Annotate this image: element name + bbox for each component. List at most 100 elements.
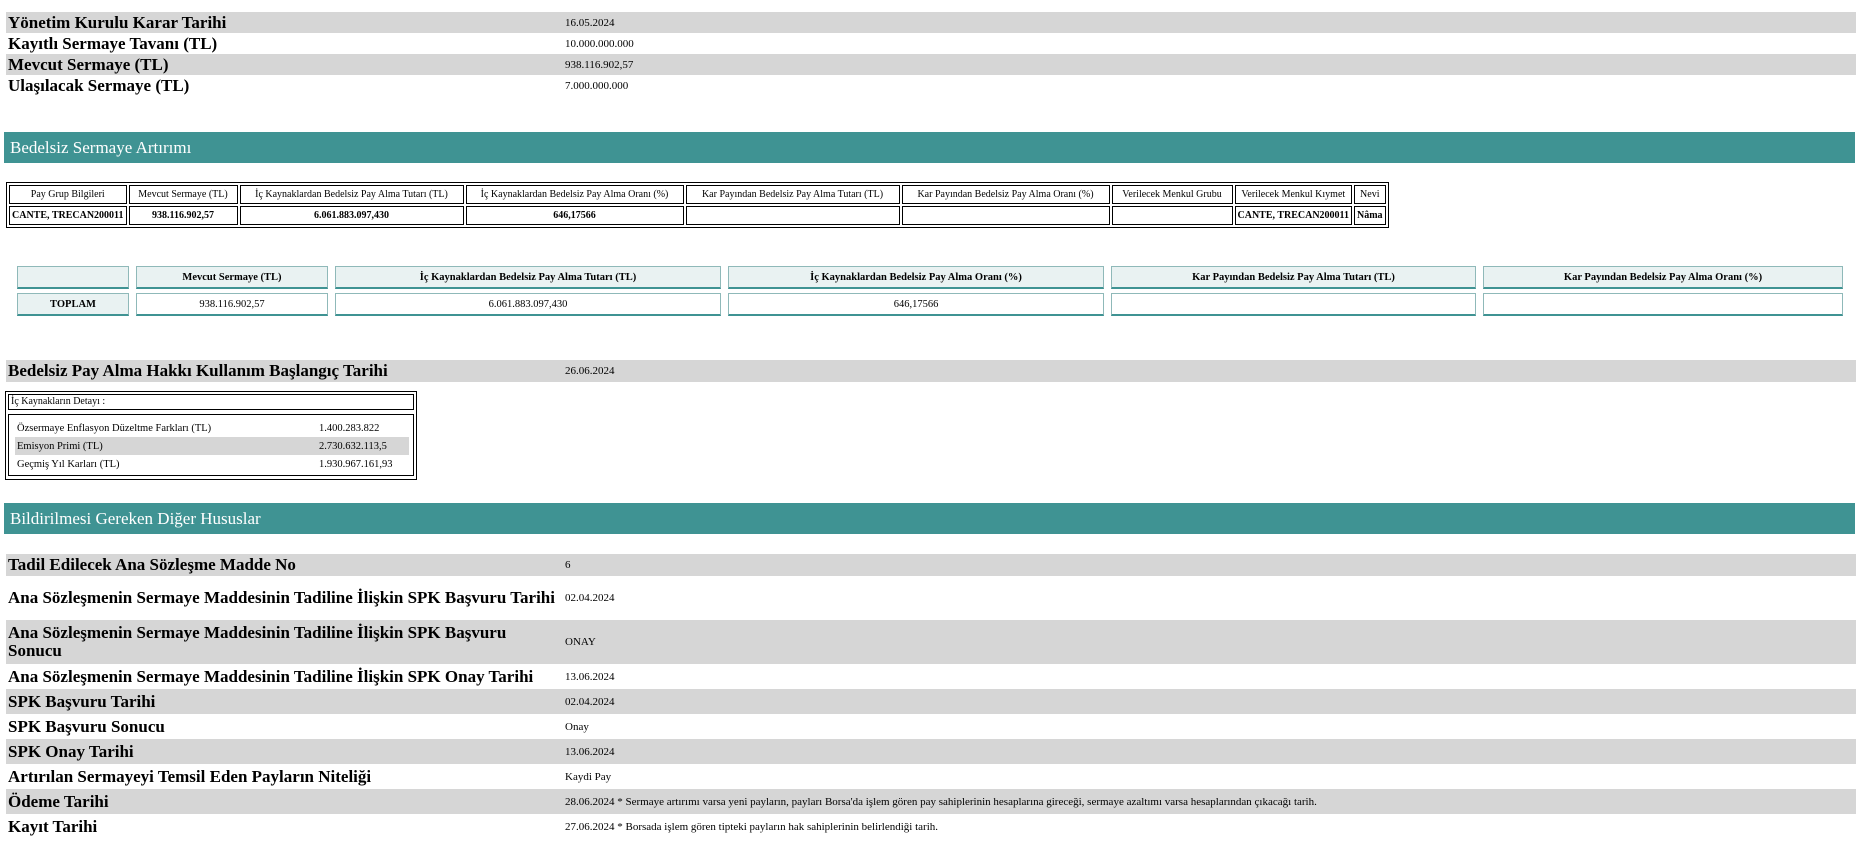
info-label: Ana Sözleşmenin Sermaye Maddesinin Tadil… xyxy=(8,666,534,686)
info-value: 02.04.2024 xyxy=(563,689,1856,714)
info-row: SPK Başvuru Sonucu Onay xyxy=(6,714,1856,739)
info-row: Ana Sözleşmenin Sermaye Maddesinin Tadil… xyxy=(6,620,1856,664)
table-cell xyxy=(685,206,900,225)
list-item: Geçmiş Yıl Karları (TL) 1.930.967.161,93 xyxy=(15,455,409,473)
internal-resources-table: Özsermaye Enflasyon Düzeltme Farkları (T… xyxy=(15,419,409,473)
info-value: 7.000.000.000 xyxy=(565,79,629,92)
info-value: 10.000.000.000 xyxy=(565,37,634,50)
table-cell: CANTE, TRECAN200011 xyxy=(9,206,127,225)
info-row: Tadil Edilecek Ana Sözleşme Madde No 6 xyxy=(6,554,1856,576)
share-group-header-row: Pay Grup Bilgileri Mevcut Sermaye (TL) İ… xyxy=(9,185,1386,204)
info-value: 6 xyxy=(563,554,1856,576)
share-group-table: Pay Grup Bilgileri Mevcut Sermaye (TL) İ… xyxy=(6,182,1389,228)
info-row: Kayıt Tarihi 27.06.2024 * Borsada işlem … xyxy=(6,814,1856,839)
column-header: Verilecek Menkul Grubu xyxy=(1111,185,1233,204)
info-row: Yönetim Kurulu Karar Tarihi 16.05.2024 xyxy=(6,12,1856,33)
info-label: SPK Başvuru Tarihi xyxy=(6,689,563,714)
info-label: SPK Başvuru Sonucu xyxy=(8,716,165,736)
table-cell: 646,17566 xyxy=(728,293,1104,316)
totals-row: TOPLAM 938.116.902,57 6.061.883.097,430 … xyxy=(17,293,1843,316)
info-label: Tadil Edilecek Ana Sözleşme Madde No xyxy=(6,554,563,576)
internal-resources-box: İç Kaynakların Detayı : Özsermaye Enflas… xyxy=(5,391,417,480)
info-label: Ödeme Tarihi xyxy=(6,789,563,814)
table-cell: CANTE, TRECAN200011 xyxy=(1234,206,1352,225)
column-header: Mevcut Sermaye (TL) xyxy=(128,185,238,204)
column-header xyxy=(17,266,129,289)
info-label: Artırılan Sermayeyi Temsil Eden Payların… xyxy=(8,766,372,786)
item-value: 1.930.967.161,93 xyxy=(319,458,393,470)
info-row: Kayıtlı Sermaye Tavanı (TL) 10.000.000.0… xyxy=(6,33,1856,54)
info-row: Ana Sözleşmenin Sermaye Maddesinin Tadil… xyxy=(6,576,1856,620)
column-header: İç Kaynaklardan Bedelsiz Pay Alma Oranı … xyxy=(465,185,684,204)
table-cell xyxy=(1483,293,1843,316)
info-value: ONAY xyxy=(563,620,1856,664)
info-label: Ana Sözleşmenin Sermaye Maddesinin Tadil… xyxy=(8,588,555,607)
table-cell: 6.061.883.097,430 xyxy=(335,293,721,316)
info-label: Kayıt Tarihi xyxy=(8,816,98,836)
table-cell: Nâma xyxy=(1354,206,1386,225)
start-date-table: Bedelsiz Pay Alma Hakkı Kullanım Başlang… xyxy=(6,360,1856,382)
column-header: Kar Payından Bedelsiz Pay Alma Oranı (%) xyxy=(901,185,1110,204)
column-header: İç Kaynaklardan Bedelsiz Pay Alma Tutarı… xyxy=(335,266,721,289)
item-value: 2.730.632.113,5 xyxy=(317,437,409,455)
table-cell: 938.116.902,57 xyxy=(128,206,238,225)
info-label: Bedelsiz Pay Alma Hakkı Kullanım Başlang… xyxy=(6,360,563,382)
info-value: 28.06.2024 * Sermaye artırımı varsa yeni… xyxy=(563,789,1856,814)
list-item: Emisyon Primi (TL) 2.730.632.113,5 xyxy=(15,437,409,455)
info-label: Ulaşılacak Sermaye (TL) xyxy=(8,75,190,95)
item-label: Özsermaye Enflasyon Düzeltme Farkları (T… xyxy=(17,422,212,434)
section-header-bedelsiz: Bedelsiz Sermaye Artırımı xyxy=(4,132,1855,163)
column-header: İç Kaynaklardan Bedelsiz Pay Alma Tutarı… xyxy=(239,185,464,204)
table-cell xyxy=(901,206,1110,225)
column-header: Kar Payından Bedelsiz Pay Alma Tutarı (T… xyxy=(1111,266,1476,289)
disclosure-page: Yönetim Kurulu Karar Tarihi 16.05.2024 K… xyxy=(0,0,1859,854)
info-label: Kayıtlı Sermaye Tavanı (TL) xyxy=(8,33,218,53)
info-value: 13.06.2024 xyxy=(565,670,615,683)
info-row: Artırılan Sermayeyi Temsil Eden Payların… xyxy=(6,764,1856,789)
info-row: Bedelsiz Pay Alma Hakkı Kullanım Başlang… xyxy=(6,360,1856,382)
info-row: SPK Başvuru Tarihi 02.04.2024 xyxy=(6,689,1856,714)
table-cell: 938.116.902,57 xyxy=(136,293,328,316)
item-label: Geçmiş Yıl Karları (TL) xyxy=(17,458,120,470)
column-header: İç Kaynaklardan Bedelsiz Pay Alma Oranı … xyxy=(728,266,1104,289)
totals-header-row: Mevcut Sermaye (TL) İç Kaynaklardan Bede… xyxy=(17,266,1843,289)
internal-resources-list: Özsermaye Enflasyon Düzeltme Farkları (T… xyxy=(8,414,414,476)
item-label: Emisyon Primi (TL) xyxy=(15,437,317,455)
totals-table: Mevcut Sermaye (TL) İç Kaynaklardan Bede… xyxy=(10,262,1850,320)
capital-info-table: Yönetim Kurulu Karar Tarihi 16.05.2024 K… xyxy=(6,12,1856,96)
table-cell: 6.061.883.097,430 xyxy=(239,206,464,225)
column-header: Kar Payından Bedelsiz Pay Alma Tutarı (T… xyxy=(685,185,900,204)
column-header: Nevi xyxy=(1354,185,1386,204)
info-value: 02.04.2024 xyxy=(565,592,615,604)
info-value: Onay xyxy=(565,720,589,733)
info-label: SPK Onay Tarihi xyxy=(6,739,563,764)
table-cell xyxy=(1111,206,1233,225)
info-label: Yönetim Kurulu Karar Tarihi xyxy=(6,12,563,33)
info-label: Ana Sözleşmenin Sermaye Maddesinin Tadil… xyxy=(6,620,563,664)
info-row: Ana Sözleşmenin Sermaye Maddesinin Tadil… xyxy=(6,664,1856,689)
share-group-row: CANTE, TRECAN200011 938.116.902,57 6.061… xyxy=(9,206,1386,225)
info-value: 27.06.2024 * Borsada işlem gören tipteki… xyxy=(565,820,939,833)
section-header-other: Bildirilmesi Gereken Diğer Hususlar xyxy=(4,503,1855,534)
info-value: 13.06.2024 xyxy=(563,739,1856,764)
table-cell xyxy=(1111,293,1476,316)
total-label: TOPLAM xyxy=(17,293,129,316)
internal-resources-title: İç Kaynakların Detayı : xyxy=(8,394,414,410)
table-cell: 646,17566 xyxy=(465,206,684,225)
column-header: Verilecek Menkul Kıymet xyxy=(1234,185,1352,204)
list-item: Özsermaye Enflasyon Düzeltme Farkları (T… xyxy=(15,419,409,437)
info-row: SPK Onay Tarihi 13.06.2024 xyxy=(6,739,1856,764)
other-info-table: Tadil Edilecek Ana Sözleşme Madde No 6 A… xyxy=(6,554,1856,839)
item-value: 1.400.283.822 xyxy=(319,422,380,434)
info-value: 26.06.2024 xyxy=(563,360,1856,382)
info-value: 16.05.2024 xyxy=(563,12,1856,33)
info-row: Ulaşılacak Sermaye (TL) 7.000.000.000 xyxy=(6,75,1856,96)
info-value: 938.116.902,57 xyxy=(563,54,1856,75)
info-row: Mevcut Sermaye (TL) 938.116.902,57 xyxy=(6,54,1856,75)
column-header: Mevcut Sermaye (TL) xyxy=(136,266,328,289)
info-value: Kaydi Pay xyxy=(565,770,612,783)
info-label: Mevcut Sermaye (TL) xyxy=(6,54,563,75)
column-header: Pay Grup Bilgileri xyxy=(9,185,127,204)
column-header: Kar Payından Bedelsiz Pay Alma Oranı (%) xyxy=(1483,266,1843,289)
info-row: Ödeme Tarihi 28.06.2024 * Sermaye artırı… xyxy=(6,789,1856,814)
